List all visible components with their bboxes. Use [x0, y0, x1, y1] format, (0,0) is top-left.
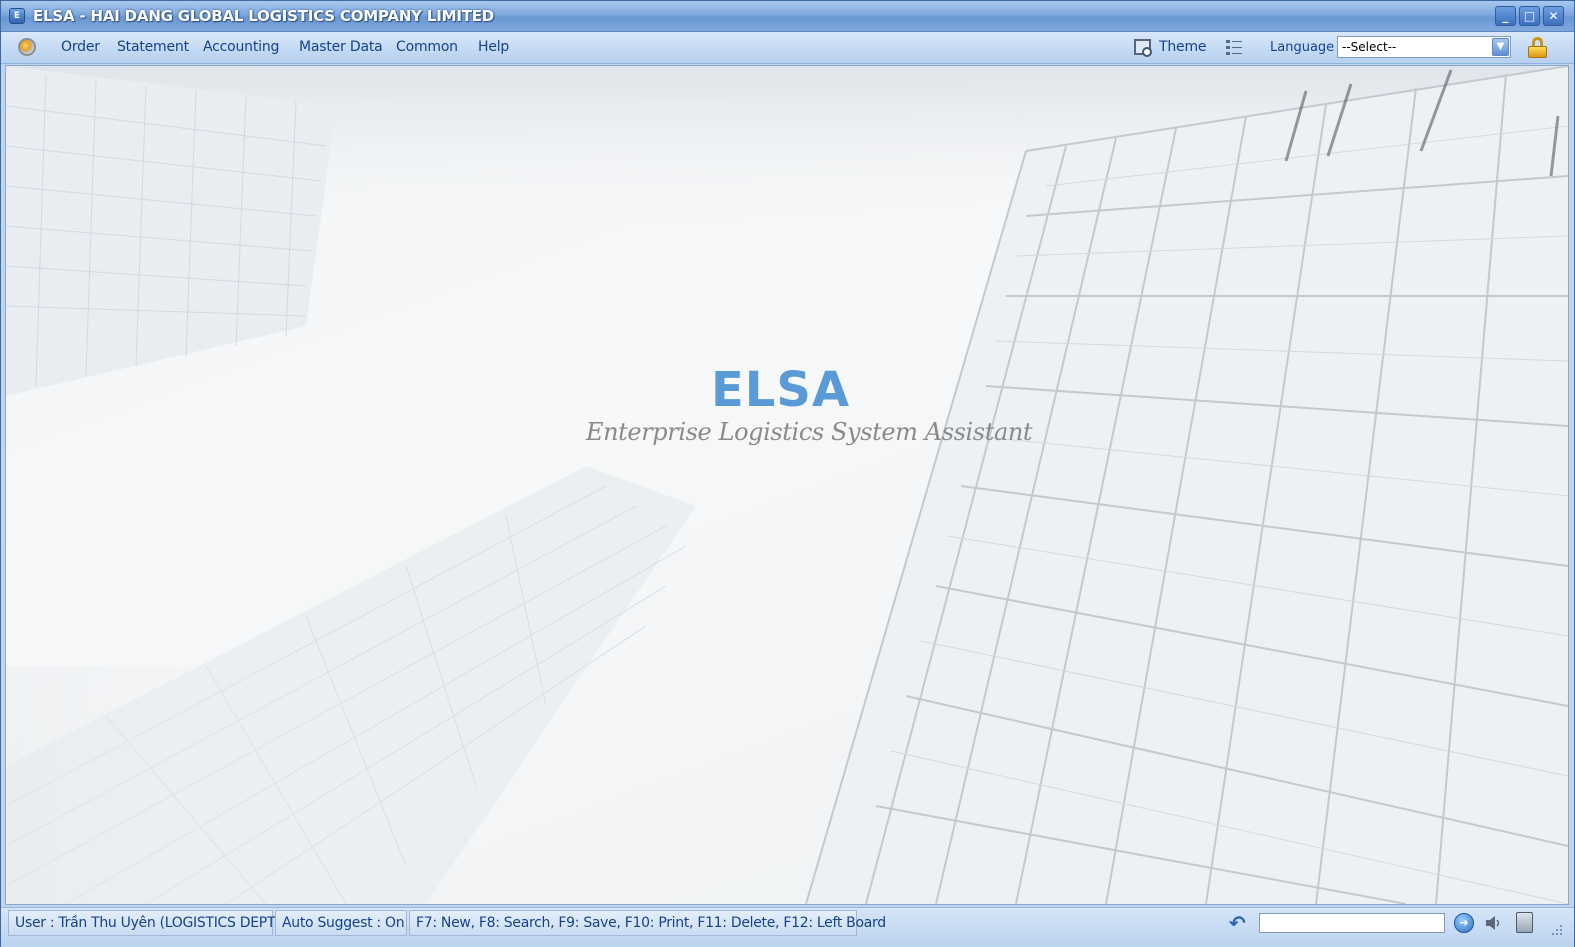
splash-tagline: Enterprise Logistics System Assistant	[586, 418, 1033, 446]
status-auto-suggest[interactable]: Auto Suggest : On	[275, 910, 407, 936]
menu-bar: Order Statement Accounting Master Data C…	[1, 32, 1574, 64]
go-icon[interactable]: ➜	[1454, 913, 1474, 933]
minimize-button[interactable]: _	[1495, 6, 1516, 26]
status-bar: User : Trần Thu Uyên (LOGISTICS DEPT) Au…	[1, 907, 1574, 947]
status-shortcuts: F7: New, F8: Search, F9: Save, F10: Prin…	[409, 910, 886, 936]
menu-item-help[interactable]: Help	[478, 39, 509, 55]
sound-icon[interactable]	[1484, 914, 1504, 932]
quick-search-input[interactable]	[1259, 913, 1445, 933]
menu-item-accounting[interactable]: Accounting	[203, 39, 279, 55]
main-workspace: ELSA Enterprise Logistics System Assista…	[5, 65, 1569, 905]
background-building-image	[6, 66, 1568, 904]
menu-item-master-data[interactable]: Master Data	[299, 39, 383, 55]
chevron-down-icon[interactable]: ▼	[1492, 38, 1509, 56]
menu-item-statement[interactable]: Statement	[117, 39, 189, 55]
resize-grip-icon[interactable]	[1549, 922, 1563, 936]
undo-icon[interactable]: ↶	[1229, 913, 1249, 933]
app-icon[interactable]: E	[9, 8, 25, 24]
list-icon[interactable]	[1226, 39, 1242, 56]
menu-item-common[interactable]: Common	[396, 39, 458, 55]
calculator-icon[interactable]	[1516, 912, 1533, 933]
language-select-value: --Select--	[1342, 40, 1397, 54]
app-window: E ELSA - HAI DANG GLOBAL LOGISTICS COMPA…	[0, 0, 1575, 947]
status-user: User : Trần Thu Uyên (LOGISTICS DEPT)	[8, 910, 281, 936]
maximize-button[interactable]: □	[1519, 6, 1540, 26]
language-select[interactable]: --Select-- ▼	[1337, 36, 1511, 58]
theme-icon[interactable]	[1134, 39, 1152, 57]
close-button[interactable]: ✕	[1543, 6, 1564, 26]
menu-orb-icon[interactable]	[18, 38, 36, 56]
lock-icon[interactable]	[1528, 37, 1547, 58]
language-label: Language	[1270, 40, 1335, 55]
splash-brand: ELSA	[711, 362, 851, 418]
menu-item-order[interactable]: Order	[61, 39, 100, 55]
window-title: ELSA - HAI DANG GLOBAL LOGISTICS COMPANY…	[33, 7, 495, 25]
theme-button[interactable]: Theme	[1159, 39, 1206, 55]
title-bar[interactable]: E ELSA - HAI DANG GLOBAL LOGISTICS COMPA…	[1, 1, 1574, 32]
